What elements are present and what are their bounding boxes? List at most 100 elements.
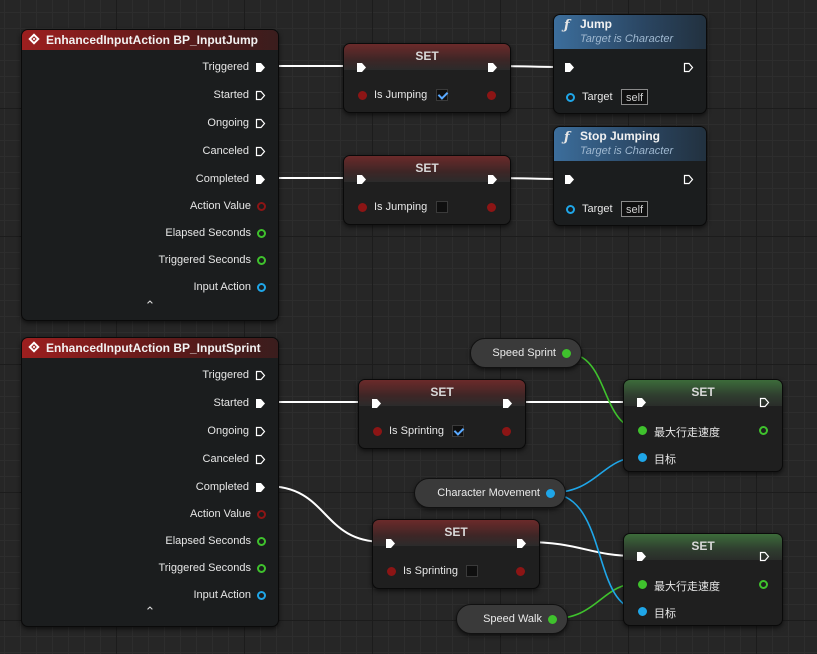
bool-pin-icon[interactable] bbox=[257, 201, 266, 211]
pin-input-action[interactable]: Input Action bbox=[194, 586, 266, 604]
exec-pin-empty-icon[interactable] bbox=[255, 454, 266, 465]
var-speed-walk-node[interactable]: Speed Walk bbox=[456, 604, 568, 634]
float-pin-icon[interactable] bbox=[257, 228, 266, 238]
exec-in-pin-icon[interactable] bbox=[636, 397, 647, 408]
exec-pin-filled-icon[interactable] bbox=[255, 62, 266, 73]
bool-in-pin-icon[interactable] bbox=[358, 91, 367, 100]
bool-in-pin-icon[interactable] bbox=[373, 427, 382, 436]
pin-triggered-seconds[interactable]: Triggered Seconds bbox=[158, 251, 266, 269]
float-out-pin-icon[interactable] bbox=[562, 348, 571, 358]
bool-out-pin-icon[interactable] bbox=[516, 567, 525, 576]
float-pin-icon[interactable] bbox=[257, 536, 266, 546]
bool-in-pin-icon[interactable] bbox=[387, 567, 396, 576]
exec-in-pin-icon[interactable] bbox=[371, 398, 382, 409]
target-pin-icon[interactable] bbox=[566, 205, 575, 214]
pin-input-action[interactable]: Input Action bbox=[194, 278, 266, 296]
exec-in-pin-icon[interactable] bbox=[564, 174, 575, 185]
target-pin-icon[interactable] bbox=[638, 607, 647, 616]
pin-label: Triggered Seconds bbox=[158, 562, 251, 574]
exec-pin-filled-icon[interactable] bbox=[255, 398, 266, 409]
is-jumping-checkbox[interactable] bbox=[436, 201, 448, 213]
set-is-jumping-false-node[interactable]: SET Is Jumping bbox=[343, 155, 511, 225]
pin-started[interactable]: Started bbox=[214, 86, 266, 104]
exec-out-pin-icon[interactable] bbox=[759, 397, 770, 408]
pin-triggered[interactable]: Triggered bbox=[202, 366, 266, 384]
pin-action-value[interactable]: Action Value bbox=[190, 505, 266, 523]
bool-in-pin-icon[interactable] bbox=[358, 203, 367, 212]
exec-pin-empty-icon[interactable] bbox=[255, 426, 266, 437]
set-max-walk-speed-walk-node[interactable]: SET 最大行走速度 目标 bbox=[623, 533, 783, 626]
pin-started[interactable]: Started bbox=[214, 394, 266, 412]
pin-canceled[interactable]: Canceled bbox=[203, 142, 266, 160]
exec-out-pin-icon[interactable] bbox=[759, 551, 770, 562]
function-node-header[interactable]: ƒ Stop Jumping Target is Character bbox=[554, 127, 706, 161]
exec-pin-filled-icon[interactable] bbox=[255, 174, 266, 185]
var-character-movement-node[interactable]: Character Movement bbox=[414, 478, 566, 508]
float-out-pin-icon[interactable] bbox=[548, 614, 557, 624]
object-pin-icon[interactable] bbox=[257, 282, 266, 292]
function-icon: ƒ bbox=[564, 18, 570, 33]
exec-out-pin-icon[interactable] bbox=[683, 62, 694, 73]
exec-out-pin-icon[interactable] bbox=[683, 174, 694, 185]
exec-in-pin-icon[interactable] bbox=[385, 538, 396, 549]
is-sprinting-checkbox[interactable] bbox=[466, 565, 478, 577]
object-pin-icon[interactable] bbox=[257, 590, 266, 600]
exec-pin-empty-icon[interactable] bbox=[255, 90, 266, 101]
exec-out-pin-icon[interactable] bbox=[487, 62, 498, 73]
collapse-chevron-up-icon[interactable]: ⌃ bbox=[22, 604, 278, 620]
pin-label: Triggered bbox=[202, 369, 249, 381]
exec-in-pin-icon[interactable] bbox=[356, 62, 367, 73]
collapse-chevron-up-icon[interactable]: ⌃ bbox=[22, 298, 278, 314]
set-is-jumping-true-node[interactable]: SET Is Jumping bbox=[343, 43, 511, 113]
pin-action-value[interactable]: Action Value bbox=[190, 197, 266, 215]
exec-in-pin-icon[interactable] bbox=[564, 62, 575, 73]
float-out-pin-icon[interactable] bbox=[759, 580, 768, 589]
target-self-field[interactable]: self bbox=[621, 201, 649, 217]
exec-pin-empty-icon[interactable] bbox=[255, 146, 266, 157]
pin-ongoing[interactable]: Ongoing bbox=[207, 422, 266, 440]
event-title: EnhancedInputAction BP_InputSprint bbox=[46, 341, 261, 355]
exec-out-pin-icon[interactable] bbox=[516, 538, 527, 549]
event-node-input-sprint[interactable]: EnhancedInputAction BP_InputSprint Trigg… bbox=[21, 337, 279, 627]
function-stop-jumping-node[interactable]: ƒ Stop Jumping Target is Character Targe… bbox=[553, 126, 707, 226]
exec-pin-empty-icon[interactable] bbox=[255, 370, 266, 381]
pin-completed[interactable]: Completed bbox=[196, 170, 266, 188]
pin-elapsed-seconds[interactable]: Elapsed Seconds bbox=[165, 532, 266, 550]
exec-in-pin-icon[interactable] bbox=[356, 174, 367, 185]
object-out-pin-icon[interactable] bbox=[546, 488, 555, 498]
pin-triggered[interactable]: Triggered bbox=[202, 58, 266, 76]
exec-in-pin-icon[interactable] bbox=[636, 551, 647, 562]
bool-out-pin-icon[interactable] bbox=[502, 427, 511, 436]
pin-canceled[interactable]: Canceled bbox=[203, 450, 266, 468]
set-max-walk-speed-sprint-node[interactable]: SET 最大行走速度 目标 bbox=[623, 379, 783, 472]
pin-triggered-seconds[interactable]: Triggered Seconds bbox=[158, 559, 266, 577]
is-jumping-checkbox[interactable] bbox=[436, 89, 448, 101]
set-is-sprinting-true-node[interactable]: SET Is Sprinting bbox=[358, 379, 526, 449]
function-node-header[interactable]: ƒ Jump Target is Character bbox=[554, 15, 706, 49]
set-is-sprinting-false-node[interactable]: SET Is Sprinting bbox=[372, 519, 540, 589]
target-pin-icon[interactable] bbox=[638, 453, 647, 462]
var-speed-sprint-node[interactable]: Speed Sprint bbox=[470, 338, 582, 368]
event-node-header[interactable]: EnhancedInputAction BP_InputJump bbox=[22, 30, 278, 50]
event-node-header[interactable]: EnhancedInputAction BP_InputSprint bbox=[22, 338, 278, 358]
exec-out-pin-icon[interactable] bbox=[487, 174, 498, 185]
pin-ongoing[interactable]: Ongoing bbox=[207, 114, 266, 132]
exec-pin-filled-icon[interactable] bbox=[255, 482, 266, 493]
float-in-pin-icon[interactable] bbox=[638, 580, 647, 589]
float-pin-icon[interactable] bbox=[257, 255, 266, 265]
bool-out-pin-icon[interactable] bbox=[487, 91, 496, 100]
exec-pin-empty-icon[interactable] bbox=[255, 118, 266, 129]
bool-pin-icon[interactable] bbox=[257, 509, 266, 519]
event-node-input-jump[interactable]: EnhancedInputAction BP_InputJump Trigger… bbox=[21, 29, 279, 321]
target-self-field[interactable]: self bbox=[621, 89, 649, 105]
pin-completed[interactable]: Completed bbox=[196, 478, 266, 496]
function-jump-node[interactable]: ƒ Jump Target is Character Target self bbox=[553, 14, 707, 114]
is-sprinting-checkbox[interactable] bbox=[452, 425, 464, 437]
bool-out-pin-icon[interactable] bbox=[487, 203, 496, 212]
target-pin-icon[interactable] bbox=[566, 93, 575, 102]
float-out-pin-icon[interactable] bbox=[759, 426, 768, 435]
float-in-pin-icon[interactable] bbox=[638, 426, 647, 435]
pin-elapsed-seconds[interactable]: Elapsed Seconds bbox=[165, 224, 266, 242]
float-pin-icon[interactable] bbox=[257, 563, 266, 573]
exec-out-pin-icon[interactable] bbox=[502, 398, 513, 409]
